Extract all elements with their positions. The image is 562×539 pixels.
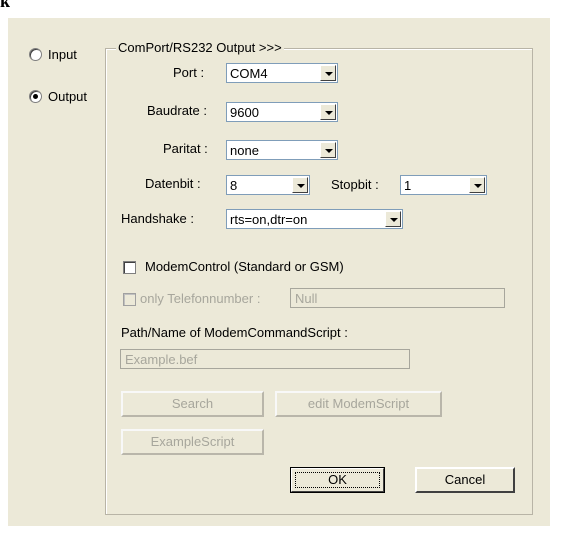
handshake-select[interactable]: rts=on,dtr=on [226, 209, 403, 229]
handshake-dropdown-arrow-icon[interactable] [385, 211, 401, 227]
input-radio[interactable]: Input [29, 47, 77, 62]
stopbit-select[interactable]: 1 [400, 175, 487, 195]
script-path-field[interactable]: Example.bef [120, 349, 410, 369]
groupbox-title: ComPort/RS232 Output >>> [116, 40, 284, 55]
only-telefonnumber-label[interactable]: only Telefonnumber : [140, 291, 260, 306]
search-button[interactable]: Search [121, 391, 264, 417]
datenbit-value: 8 [230, 178, 238, 193]
examplescript-button[interactable]: ExampleScript [121, 429, 264, 455]
stopbit-value: 1 [404, 178, 412, 193]
only-telefonnumber-checkbox[interactable] [123, 293, 136, 306]
port-value: COM4 [230, 66, 268, 81]
dialog-panel: Input Output ComPort/RS232 Output >>> Po… [8, 18, 550, 526]
baudrate-select[interactable]: 9600 [226, 102, 338, 122]
output-radio[interactable]: Output [29, 89, 87, 104]
stopbit-label: Stopbit : [331, 177, 379, 192]
modem-control-checkbox[interactable] [123, 261, 136, 274]
input-radio-circle[interactable] [29, 48, 42, 61]
port-dropdown-arrow-icon[interactable] [320, 65, 336, 81]
modem-control-label[interactable]: ModemControl (Standard or GSM) [145, 259, 344, 274]
port-label: Port : [173, 65, 205, 80]
datenbit-dropdown-arrow-icon[interactable] [292, 177, 308, 193]
baudrate-value: 9600 [230, 105, 259, 120]
script-path-label: Path/Name of ModemCommandScript : [121, 325, 348, 340]
edit-modemscript-button[interactable]: edit ModemScript [275, 391, 442, 417]
script-path-value: Example.bef [125, 352, 198, 367]
ok-button[interactable]: OK [290, 467, 385, 493]
ok-focus-ring [295, 472, 380, 488]
output-radio-label[interactable]: Output [48, 89, 87, 104]
paritat-dropdown-arrow-icon[interactable] [320, 142, 336, 158]
baudrate-label: Baudrate : [147, 103, 207, 118]
paritat-label: Paritat : [163, 141, 208, 156]
baudrate-dropdown-arrow-icon[interactable] [320, 104, 336, 120]
paritat-value: none [230, 143, 259, 158]
port-select[interactable]: COM4 [226, 63, 338, 83]
telefonnumber-field[interactable]: Null [290, 288, 505, 308]
input-radio-label[interactable]: Input [48, 47, 77, 62]
output-radio-circle[interactable] [29, 90, 42, 103]
datenbit-label: Datenbit : [145, 176, 201, 191]
stopbit-dropdown-arrow-icon[interactable] [469, 177, 485, 193]
datenbit-select[interactable]: 8 [226, 175, 310, 195]
handshake-value: rts=on,dtr=on [230, 212, 308, 227]
cancel-button[interactable]: Cancel [415, 467, 515, 493]
paritat-select[interactable]: none [226, 140, 338, 160]
handshake-label: Handshake : [121, 211, 194, 226]
corner-glyph: k [0, 0, 11, 11]
telefonnumber-value: Null [295, 291, 318, 306]
